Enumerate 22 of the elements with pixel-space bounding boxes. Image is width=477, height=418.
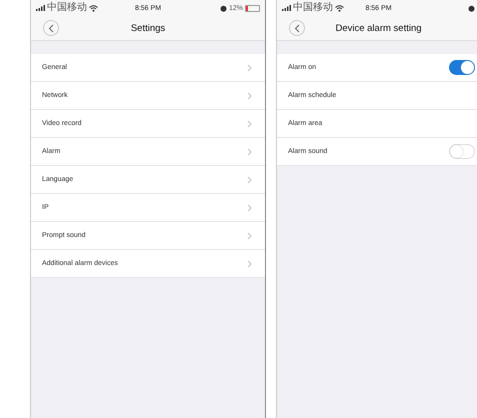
back-button[interactable] [289, 20, 305, 36]
battery-icon [244, 4, 260, 12]
wifi-icon [89, 4, 98, 12]
chevron-icon [247, 176, 252, 184]
chevron-icon [247, 260, 252, 268]
carrier-name: 中国移动 [47, 2, 87, 14]
chevron-icon [247, 120, 252, 128]
back-chevron-icon [48, 24, 54, 32]
carrier-name: 中国移动 [293, 2, 333, 14]
wifi-icon [335, 4, 344, 12]
back-button[interactable] [43, 20, 59, 36]
chevron-icon [247, 92, 252, 100]
signal-icon [36, 5, 45, 11]
chevron-icon [247, 232, 252, 240]
chevron-icon [247, 64, 252, 72]
screen-title: Settings [130, 22, 166, 34]
toggle-switch[interactable] [449, 60, 475, 75]
back-chevron-icon [294, 24, 300, 32]
chevron-icon [247, 204, 252, 212]
signal-icon [282, 5, 291, 11]
chevron-icon [247, 148, 252, 156]
screen-title: Device alarm setting [334, 22, 423, 34]
